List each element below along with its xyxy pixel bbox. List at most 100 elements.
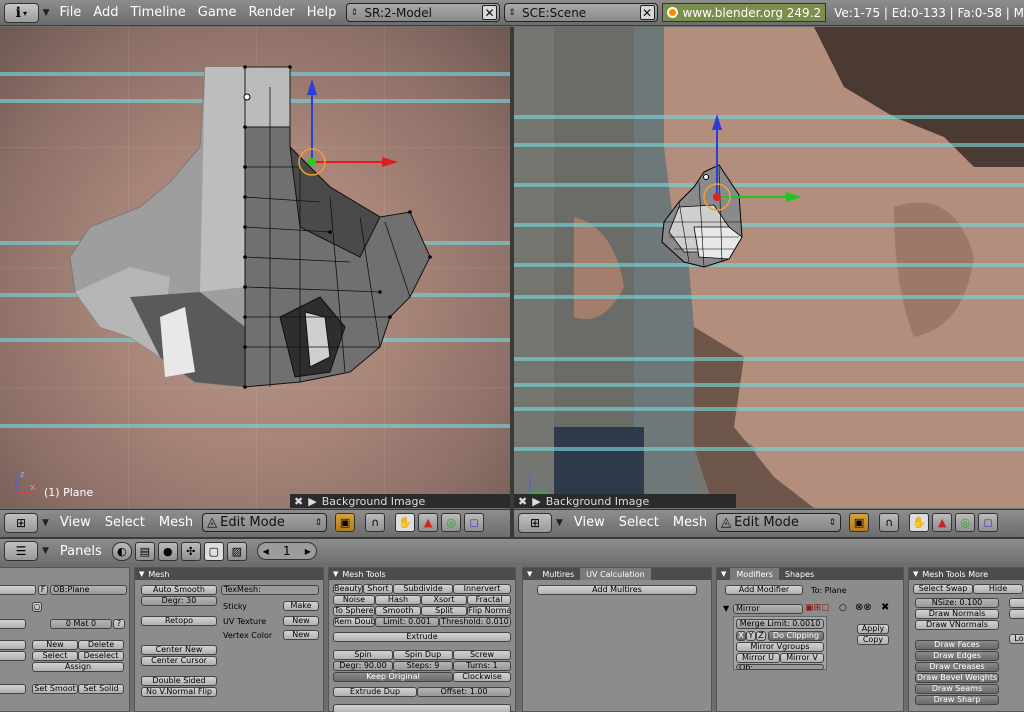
mode-selector[interactable]: ◬ Edit Mode ⇕ bbox=[716, 513, 842, 532]
sticky-make-button[interactable]: Make bbox=[283, 601, 319, 611]
manipulator-rotate-button[interactable]: ▲ bbox=[932, 513, 953, 532]
flip-normal-button[interactable]: Flip Normal bbox=[467, 606, 511, 616]
tab-multires[interactable]: Multires bbox=[536, 568, 580, 580]
axis-z-toggle[interactable]: Z bbox=[756, 631, 766, 641]
manipulator-grab-button[interactable]: ✋ bbox=[909, 513, 930, 532]
hash-button[interactable]: Hash bbox=[375, 595, 421, 605]
collapse-menu-icon[interactable]: ▼ bbox=[42, 518, 49, 528]
deselect-material-button[interactable]: Deselect bbox=[78, 651, 124, 661]
subdivide-button[interactable]: Subdivide bbox=[393, 584, 453, 594]
mode-selector[interactable]: ◬ Edit Mode ⇕ bbox=[202, 513, 328, 532]
menu-game[interactable]: Game bbox=[192, 5, 243, 20]
menu-render[interactable]: Render bbox=[242, 5, 300, 20]
auto-smooth-degree[interactable]: Degr: 30 bbox=[141, 596, 217, 606]
apply-modifier-button[interactable]: Apply bbox=[857, 624, 889, 634]
mirror-v-toggle[interactable]: Mirror V bbox=[780, 653, 824, 663]
manipulator-rotate-button[interactable]: ▲ bbox=[418, 513, 439, 532]
vgroup-field-2[interactable] bbox=[0, 651, 26, 661]
move-up-down-icons[interactable]: ⊗⊗ bbox=[855, 602, 872, 613]
vgroup-field[interactable] bbox=[0, 640, 26, 650]
innervert-button[interactable]: Innervert bbox=[453, 584, 511, 594]
delete-modifier-icon[interactable]: ✖ bbox=[881, 602, 889, 613]
retopo-toggle[interactable]: Retopo bbox=[141, 616, 217, 626]
partial-button-row[interactable] bbox=[333, 704, 511, 712]
select-swap-button[interactable]: Select Swap bbox=[913, 584, 973, 594]
smooth-button[interactable]: Smooth bbox=[375, 606, 421, 616]
menu-select[interactable]: Select bbox=[612, 515, 666, 530]
menu-add[interactable]: Add bbox=[87, 5, 124, 20]
pivot-button[interactable]: ∩ bbox=[365, 513, 386, 532]
nose-mesh-side-view[interactable] bbox=[514, 27, 1024, 508]
buttons-window-type-button[interactable]: ☰ bbox=[4, 541, 38, 561]
panel-title-bar[interactable]: ▼ Modifiers Shapes bbox=[717, 568, 903, 580]
view3d-window-type-button[interactable]: ⊞ bbox=[518, 512, 552, 533]
script-context-button[interactable]: ▤ bbox=[134, 541, 155, 561]
collapse-triangle-icon[interactable]: ▼ bbox=[333, 570, 338, 578]
collapse-menu-icon[interactable]: ▼ bbox=[42, 546, 49, 556]
panel-title-bar[interactable]: ▼ Mesh Tools bbox=[329, 568, 515, 580]
editing-context-button[interactable]: ▢ bbox=[203, 541, 224, 561]
limit-field[interactable]: Limit: 0.001 bbox=[375, 617, 439, 627]
partial-button[interactable] bbox=[1009, 598, 1024, 608]
side-viewport[interactable]: ✖ ▶ Background Image bbox=[514, 27, 1024, 508]
extrude-offset-field[interactable]: Offset: 1.00 bbox=[417, 687, 511, 697]
spin-steps-field[interactable]: Steps: 9 bbox=[393, 661, 453, 671]
tab-uv-calculation[interactable]: UV Calculation bbox=[580, 568, 651, 580]
menu-view[interactable]: View bbox=[567, 515, 612, 530]
panel-title-bar[interactable]: ▼ Multires UV Calculation bbox=[523, 568, 711, 580]
left-arrow-icon[interactable]: ◂ bbox=[263, 544, 269, 558]
mirror-object-field[interactable]: Ob: bbox=[736, 664, 824, 670]
updown-arrow-icon[interactable]: ⇕ bbox=[347, 8, 361, 18]
vertex-color-new-button[interactable]: New bbox=[283, 630, 319, 640]
clockwise-toggle[interactable]: Clockwise bbox=[453, 672, 511, 682]
view3d-window-type-button[interactable]: ⊞ bbox=[4, 512, 38, 533]
texmesh-field[interactable]: TexMesh: bbox=[221, 585, 319, 595]
xsort-button[interactable]: Xsort bbox=[421, 595, 467, 605]
axis-y-toggle[interactable]: Y bbox=[746, 631, 756, 641]
manipulator-grab-button[interactable]: ✋ bbox=[395, 513, 416, 532]
screen-name[interactable]: SR:2-Model bbox=[361, 6, 482, 20]
draw-vnormals-toggle[interactable]: Draw VNormals bbox=[915, 620, 999, 630]
fake-user-button[interactable]: F bbox=[38, 585, 48, 595]
object-name-field[interactable]: OB:Plane bbox=[50, 585, 127, 595]
partial-button[interactable] bbox=[1009, 609, 1024, 619]
add-multires-button[interactable]: Add Multires bbox=[537, 585, 697, 595]
noise-button[interactable]: Noise bbox=[333, 595, 375, 605]
short-toggle[interactable]: Short bbox=[363, 584, 393, 594]
scene-context-button[interactable]: ▨ bbox=[226, 541, 247, 561]
shading-context-button[interactable]: ● bbox=[157, 541, 178, 561]
menu-mesh[interactable]: Mesh bbox=[152, 515, 200, 530]
double-sided-toggle[interactable]: Double Sided bbox=[141, 676, 217, 686]
panel-title-bar[interactable]: ▼ Mesh bbox=[135, 568, 323, 580]
draw-type-button[interactable]: ▣ bbox=[849, 513, 870, 532]
background-image-panel-header[interactable]: ✖ ▶ Background Image bbox=[290, 494, 510, 508]
play-triangle-icon[interactable]: ▶ bbox=[532, 495, 540, 508]
manipulator-scale-button[interactable]: ◎ bbox=[955, 513, 976, 532]
select-material-button[interactable]: Select bbox=[32, 651, 78, 661]
manipulator-space-button[interactable]: ◻ bbox=[464, 513, 485, 532]
screw-button[interactable]: Screw bbox=[453, 650, 511, 660]
panel-title-bar[interactable]: ▼ Mesh Tools More bbox=[909, 568, 1024, 580]
delete-material-button[interactable]: Delete bbox=[78, 640, 124, 650]
split-button[interactable]: Split bbox=[421, 606, 467, 616]
spin-dup-button[interactable]: Spin Dup bbox=[393, 650, 453, 660]
draw-sharp-toggle[interactable]: Draw Sharp bbox=[915, 695, 999, 705]
to-sphere-button[interactable]: To Sphere bbox=[333, 606, 375, 616]
beauty-toggle[interactable]: Beauty bbox=[333, 584, 363, 594]
mirror-u-toggle[interactable]: Mirror U bbox=[736, 653, 780, 663]
manipulator-space-button[interactable]: ◻ bbox=[978, 513, 999, 532]
copy-modifier-button[interactable]: Copy bbox=[857, 635, 889, 645]
draw-edges-toggle[interactable]: Draw Edges bbox=[915, 651, 999, 661]
normal-size-field[interactable]: NSize: 0.100 bbox=[915, 598, 999, 608]
mirror-modifier-name[interactable]: Mirror bbox=[733, 604, 803, 614]
set-solid-button[interactable]: Set Solid bbox=[78, 684, 124, 694]
collapse-triangle-icon[interactable]: ▼ bbox=[139, 570, 144, 578]
close-icon[interactable]: ✖ bbox=[518, 495, 527, 508]
partial-button[interactable] bbox=[0, 684, 26, 694]
draw-faces-toggle[interactable]: Draw Faces bbox=[915, 640, 999, 650]
menu-view[interactable]: View bbox=[53, 515, 98, 530]
collapse-triangle-icon[interactable]: ▼ bbox=[527, 570, 532, 578]
tab-modifiers[interactable]: Modifiers bbox=[730, 568, 779, 580]
material-index-field[interactable]: 0 Mat 0 bbox=[50, 619, 112, 629]
screw-turns-field[interactable]: Turns: 1 bbox=[453, 661, 511, 671]
